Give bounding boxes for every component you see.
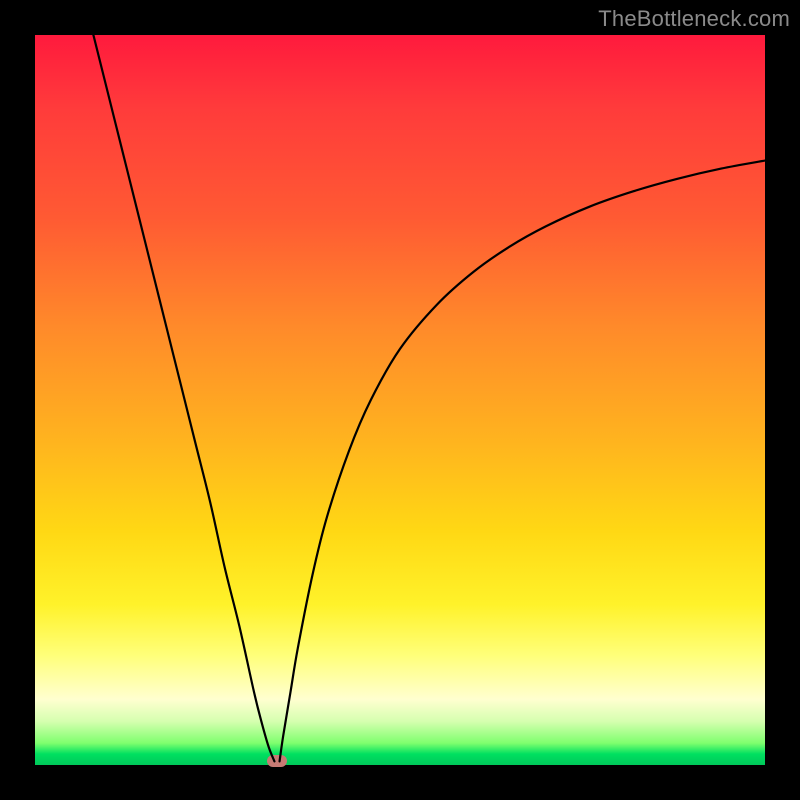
plot-area — [35, 35, 765, 765]
right-branch-path — [280, 161, 765, 762]
minimum-marker — [267, 755, 287, 767]
watermark-text: TheBottleneck.com — [598, 6, 790, 32]
chart-frame: TheBottleneck.com — [0, 0, 800, 800]
left-branch-path — [93, 35, 274, 761]
curve-svg — [35, 35, 765, 765]
